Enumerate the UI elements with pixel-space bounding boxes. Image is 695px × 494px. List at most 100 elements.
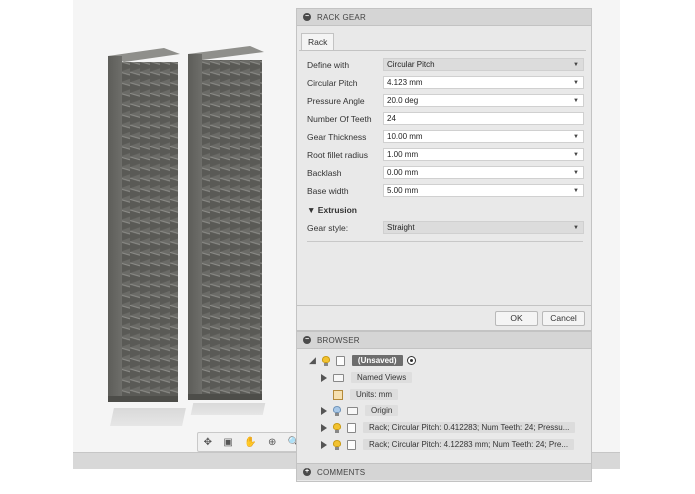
- units-icon: [333, 389, 343, 400]
- root-fillet-radius-label: Root fillet radius: [307, 150, 368, 160]
- expand-plus-icon[interactable]: +: [303, 468, 311, 476]
- rack-1-label: Rack; Circular Pitch: 0.412283; Num Teet…: [363, 422, 576, 433]
- backlash-input[interactable]: 0.00 mm ▼: [383, 166, 584, 179]
- extrusion-section-toggle[interactable]: ▼ Extrusion: [307, 205, 357, 215]
- circular-pitch-input[interactable]: 4.123 mm ▼: [383, 76, 584, 89]
- pressure-angle-input[interactable]: 20.0 deg ▼: [383, 94, 584, 107]
- component-icon: [347, 422, 356, 433]
- rack-gear-left[interactable]: [108, 48, 180, 402]
- component-icon: [347, 439, 356, 450]
- number-of-teeth-input[interactable]: 24: [383, 112, 584, 125]
- backlash-row: Backlash 0.00 mm ▼: [305, 164, 584, 182]
- pressure-angle-value: 20.0 deg: [387, 96, 419, 105]
- circular-pitch-value: 4.123 mm: [387, 78, 423, 87]
- activate-radio-icon[interactable]: [406, 356, 416, 365]
- browser-item-rack-2[interactable]: Rack; Circular Pitch: 4.12283 mm; Num Te…: [321, 437, 575, 452]
- gear-style-row: Gear style: Straight ▼: [305, 219, 584, 237]
- chevron-down-icon[interactable]: ▼: [573, 149, 579, 161]
- rack-gear-header[interactable]: − RACK GEAR: [297, 9, 591, 26]
- units-label: Units: mm: [350, 389, 398, 400]
- backlash-value: 0.00 mm: [387, 168, 419, 177]
- extrusion-section-label: Extrusion: [317, 205, 357, 215]
- cancel-button[interactable]: Cancel: [542, 311, 585, 326]
- rack-gear-dialog: − RACK GEAR Rack Define with Circular Pi…: [296, 8, 592, 331]
- dialog-title: RACK GEAR: [317, 12, 366, 22]
- root-fillet-radius-input[interactable]: 1.00 mm ▼: [383, 148, 584, 161]
- expand-triangle-icon[interactable]: [321, 406, 327, 415]
- chevron-down-icon[interactable]: ▼: [573, 167, 579, 179]
- document-icon: [335, 355, 345, 366]
- expand-triangle-icon[interactable]: [321, 440, 327, 449]
- gear-style-select[interactable]: Straight ▼: [383, 221, 584, 234]
- browser-header[interactable]: − BROWSER: [297, 332, 591, 349]
- root-fillet-radius-row: Root fillet radius 1.00 mm ▼: [305, 146, 584, 164]
- lightbulb-icon[interactable]: [333, 405, 341, 416]
- gear-thickness-row: Gear Thickness 10.00 mm ▼: [305, 128, 584, 146]
- pressure-angle-row: Pressure Angle 20.0 deg ▼: [305, 92, 584, 110]
- expand-triangle-icon[interactable]: [321, 373, 327, 382]
- rack-gear-right[interactable]: [188, 46, 264, 400]
- define-with-select[interactable]: Circular Pitch ▼: [383, 58, 584, 71]
- rack-shadow-right: [190, 403, 266, 415]
- chevron-down-icon: ▼: [573, 62, 579, 68]
- base-width-input[interactable]: 5.00 mm ▼: [383, 184, 584, 197]
- gear-style-label: Gear style:: [307, 223, 349, 233]
- ok-button[interactable]: OK: [495, 311, 538, 326]
- define-with-row: Define with Circular Pitch ▼: [305, 56, 584, 74]
- lightbulb-icon[interactable]: [333, 422, 341, 433]
- browser-item-rack-1[interactable]: Rack; Circular Pitch: 0.412283; Num Teet…: [321, 420, 576, 435]
- number-of-teeth-value: 24: [387, 114, 396, 123]
- number-of-teeth-label: Number Of Teeth: [307, 114, 372, 124]
- gear-thickness-input[interactable]: 10.00 mm ▼: [383, 130, 584, 143]
- comments-header[interactable]: + COMMENTS: [297, 464, 591, 480]
- chevron-down-icon[interactable]: ▼: [573, 185, 579, 197]
- pressure-angle-label: Pressure Angle: [307, 96, 365, 106]
- footer-divider: [297, 305, 591, 306]
- comments-title: COMMENTS: [317, 467, 366, 477]
- chevron-down-icon[interactable]: ▼: [573, 95, 579, 107]
- browser-panel: − BROWSER ◢ (Unsaved) Named Views Units:…: [296, 331, 592, 464]
- collapse-icon[interactable]: −: [303, 13, 311, 21]
- browser-root-item[interactable]: ◢ (Unsaved): [309, 353, 416, 368]
- define-with-label: Define with: [307, 60, 350, 70]
- tab-body: Define with Circular Pitch ▼ Circular Pit…: [299, 50, 586, 303]
- define-with-value: Circular Pitch: [387, 60, 435, 69]
- expand-triangle-icon[interactable]: [321, 423, 327, 432]
- expand-triangle-icon[interactable]: ◢: [309, 355, 316, 366]
- folder-icon: [347, 406, 358, 415]
- collapse-icon[interactable]: −: [303, 336, 311, 344]
- base-width-value: 5.00 mm: [387, 186, 419, 195]
- zoom-icon[interactable]: ⊕: [268, 437, 276, 448]
- lightbulb-icon[interactable]: [321, 355, 330, 366]
- browser-item-named-views[interactable]: Named Views: [321, 370, 413, 385]
- pan-icon[interactable]: ✋: [244, 437, 256, 448]
- rack-2-label: Rack; Circular Pitch: 4.12283 mm; Num Te…: [363, 439, 575, 450]
- chevron-down-icon[interactable]: ▼: [573, 131, 579, 143]
- section-divider: [307, 241, 583, 242]
- root-label: (Unsaved): [351, 355, 403, 366]
- lightbulb-icon[interactable]: [333, 439, 341, 450]
- number-of-teeth-row: Number Of Teeth 24: [305, 110, 584, 128]
- origin-label: Origin: [365, 405, 399, 416]
- circular-pitch-label: Circular Pitch: [307, 78, 358, 88]
- chevron-down-icon: ▼: [573, 225, 579, 231]
- orbit-icon[interactable]: ✥: [204, 437, 212, 448]
- navigation-toolbar: ✥ ▣ ✋ ⊕ 🔍: [197, 432, 307, 452]
- browser-item-origin[interactable]: Origin: [321, 403, 399, 418]
- rack-gear-models[interactable]: [100, 40, 275, 430]
- chevron-down-icon[interactable]: ▼: [573, 77, 579, 89]
- browser-item-units[interactable]: Units: mm: [333, 387, 398, 402]
- tab-rack[interactable]: Rack: [301, 33, 335, 51]
- backlash-label: Backlash: [307, 168, 342, 178]
- circular-pitch-row: Circular Pitch 4.123 mm ▼: [305, 74, 584, 92]
- browser-title: BROWSER: [317, 335, 360, 345]
- base-width-label: Base width: [307, 186, 349, 196]
- root-fillet-radius-value: 1.00 mm: [387, 150, 419, 159]
- named-views-label: Named Views: [351, 372, 413, 383]
- folder-icon: [333, 373, 344, 382]
- rack-shadow-left: [110, 408, 186, 426]
- gear-style-value: Straight: [387, 223, 415, 232]
- triangle-down-icon: ▼: [307, 205, 316, 215]
- look-at-icon[interactable]: ▣: [223, 437, 232, 448]
- comments-panel[interactable]: + COMMENTS: [296, 463, 592, 482]
